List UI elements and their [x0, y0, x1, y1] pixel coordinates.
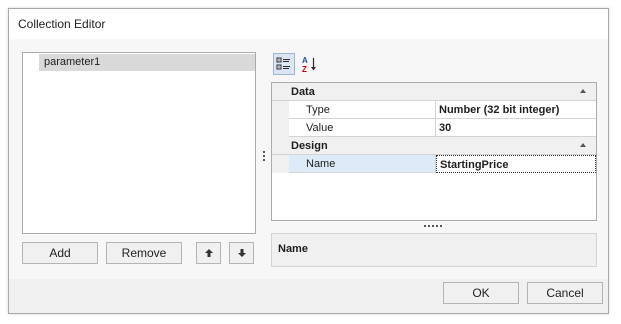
title-bar: Collection Editor — [9, 9, 608, 39]
dialog-content: parameter1 Add Remove A Z Data Type Numb… — [9, 39, 608, 279]
category-label: Data — [291, 86, 315, 98]
alphabetical-sort-button[interactable]: A Z — [299, 53, 321, 75]
category-row-data[interactable]: Data — [272, 83, 596, 101]
remove-button[interactable]: Remove — [106, 242, 182, 264]
category-label: Design — [291, 140, 328, 152]
sort-az-letter-a: A — [302, 56, 308, 65]
window-title: Collection Editor — [18, 17, 106, 31]
categorized-view-icon — [276, 57, 290, 70]
move-down-button[interactable] — [229, 242, 254, 264]
grid-splitter[interactable] — [424, 225, 444, 228]
property-value[interactable]: 30 — [436, 119, 596, 137]
row-gutter — [272, 119, 289, 137]
property-row-type[interactable]: Type Number (32 bit integer) — [272, 101, 596, 119]
row-gutter — [272, 101, 289, 119]
description-title: Name — [278, 243, 308, 255]
property-value[interactable]: Number (32 bit integer) — [436, 101, 596, 119]
panel-splitter[interactable] — [263, 151, 266, 165]
collapse-icon[interactable] — [580, 143, 586, 147]
categorized-view-button[interactable] — [273, 53, 295, 75]
property-value-editor[interactable]: StartingPrice — [436, 155, 596, 173]
property-row-name[interactable]: Name StartingPrice — [272, 155, 596, 173]
property-name: Value — [289, 119, 436, 137]
property-name: Type — [289, 101, 436, 119]
ok-button[interactable]: OK — [443, 282, 519, 304]
property-grid[interactable]: Data Type Number (32 bit integer) Value … — [271, 82, 597, 221]
collection-editor-dialog: Collection Editor parameter1 Add Remove — [8, 8, 609, 314]
move-up-button[interactable] — [196, 242, 221, 264]
property-name: Name — [289, 155, 436, 173]
items-list[interactable]: parameter1 — [22, 52, 256, 234]
row-gutter — [272, 155, 289, 173]
sort-az-icon: A Z — [302, 56, 316, 73]
description-panel: Name — [271, 233, 597, 267]
property-row-value[interactable]: Value 30 — [272, 119, 596, 137]
list-item[interactable]: parameter1 — [39, 54, 255, 71]
cancel-button[interactable]: Cancel — [527, 282, 603, 304]
arrow-down-icon — [237, 249, 246, 257]
arrow-up-icon — [204, 249, 213, 257]
collapse-icon[interactable] — [580, 89, 586, 93]
add-button[interactable]: Add — [22, 242, 98, 264]
category-row-design[interactable]: Design — [272, 137, 596, 155]
sort-az-letter-z: Z — [302, 65, 307, 73]
